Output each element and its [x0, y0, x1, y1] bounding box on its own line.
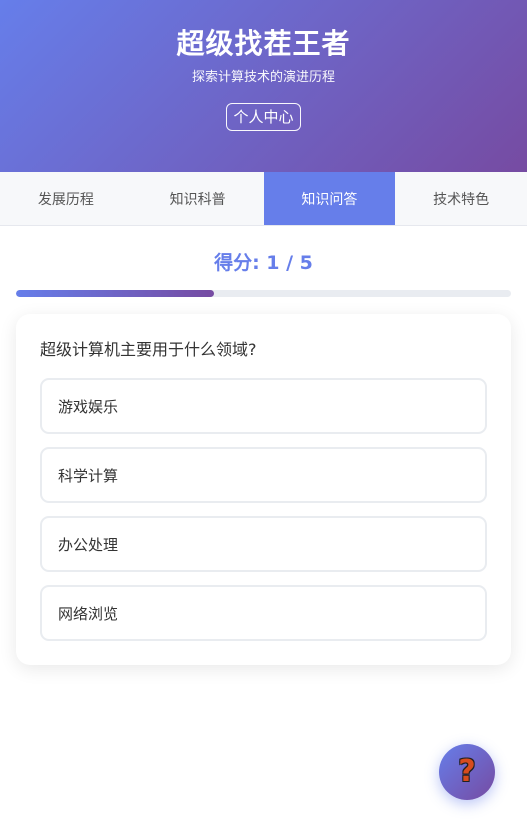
answer-option-1[interactable]: 游戏娱乐 [40, 378, 487, 434]
tab-quiz[interactable]: 知识问答 [263, 172, 396, 225]
app-header: 超级找茬王者 探索计算技术的演进历程 个人中心 [0, 0, 527, 172]
progress-fill [16, 290, 214, 297]
progress-bar [16, 290, 511, 297]
profile-button[interactable]: 个人中心 [226, 103, 301, 131]
app-title: 超级找茬王者 [176, 27, 351, 60]
page: 超级找茬王者 探索计算技术的演进历程 个人中心 发展历程 知识科普 知识问答 技… [0, 0, 527, 831]
answer-option-4[interactable]: 网络浏览 [40, 585, 487, 641]
answer-option-3[interactable]: 办公处理 [40, 516, 487, 572]
tab-features[interactable]: 技术特色 [395, 172, 527, 225]
score-text: 得分: 1 / 5 [214, 252, 313, 274]
tab-bar: 发展历程 知识科普 知识问答 技术特色 [0, 172, 527, 226]
question-mark-icon: ? [458, 754, 476, 789]
answer-option-2[interactable]: 科学计算 [40, 447, 487, 503]
question-text: 超级计算机主要用于什么领域? [40, 340, 257, 359]
question-card: 超级计算机主要用于什么领域? 游戏娱乐 科学计算 办公处理 网络浏览 [16, 314, 511, 665]
help-button[interactable]: ? [439, 744, 495, 800]
app-subtitle: 探索计算技术的演进历程 [191, 70, 335, 85]
tab-science[interactable]: 知识科普 [132, 172, 264, 225]
tab-history[interactable]: 发展历程 [0, 172, 132, 225]
